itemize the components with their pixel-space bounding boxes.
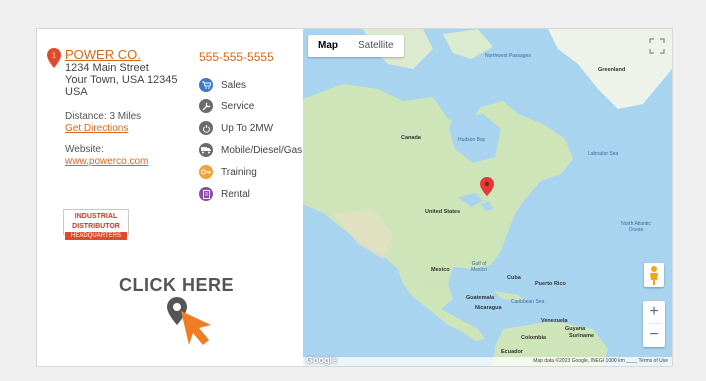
google-logo[interactable]: Google (306, 355, 337, 365)
map-label: Puerto Rico (535, 281, 566, 287)
location-pin-icon: 1 (47, 48, 61, 68)
tab-map[interactable]: Map (308, 35, 348, 57)
map-label: Cuba (507, 275, 521, 281)
dealer-info-panel: 1 POWER CO. 1234 Main Street Your Town, … (37, 29, 303, 366)
google-map[interactable]: Northwest Passages Greenland Canada Huds… (303, 29, 672, 366)
map-label: Guyana (565, 326, 586, 332)
map-label: Nicaragua (475, 305, 502, 311)
dealer-name-link[interactable]: POWER CO. (65, 47, 141, 62)
tab-satellite[interactable]: Satellite (348, 35, 404, 57)
map-label: Ecuador (501, 349, 524, 355)
service-item-training: Training (199, 165, 257, 179)
svg-text:1: 1 (52, 53, 56, 60)
map-label: Greenland (598, 67, 626, 73)
map-label: Colombia (521, 335, 547, 341)
zoom-in-button[interactable]: + (643, 301, 665, 323)
cart-icon (199, 78, 213, 92)
service-item-service: Service (199, 99, 254, 113)
get-directions-link[interactable]: Get Directions (65, 123, 128, 134)
service-label: Sales (221, 79, 247, 91)
power-icon (199, 121, 213, 135)
map-label: United States (425, 209, 461, 215)
map-label: North Atlantic Ocean (621, 221, 651, 233)
service-label: Mobile/Diesel/Gas (221, 144, 303, 156)
street-view-pegman-icon[interactable] (644, 263, 664, 287)
distance-text: Distance: 3 Miles (65, 111, 142, 122)
dealer-address: 1234 Main Street Your Town, USA 12345 US… (65, 62, 178, 98)
service-item-rental: Rental (199, 187, 250, 201)
badge-line: HEADQUARTERS (65, 232, 127, 240)
click-cursor-icon[interactable] (165, 293, 217, 351)
map-label: Mexico (431, 267, 450, 273)
badge-line: DISTRIBUTOR (72, 223, 120, 230)
service-item-power: Up To 2MW (199, 121, 273, 135)
service-label: Up To 2MW (221, 122, 274, 134)
map-type-control: Map Satellite (308, 35, 404, 57)
zoom-control: + − (643, 301, 665, 347)
map-label: Caribbean Sea (511, 299, 545, 305)
key-icon (199, 165, 213, 179)
service-label: Service (221, 100, 255, 112)
truck-icon (199, 143, 213, 157)
map-label: Guatemala (466, 295, 495, 301)
map-attribution[interactable]: Map data ©2023 Google, INEGI 1000 km ___… (303, 357, 672, 366)
fullscreen-icon[interactable] (648, 37, 666, 55)
address-line: 1234 Main Street (65, 62, 149, 74)
map-label: Gulf of Mexico (471, 261, 487, 273)
service-label: Rental (221, 188, 250, 200)
phone-link[interactable]: 555-555-5555 (199, 50, 274, 64)
service-item-mobile: Mobile/Diesel/Gas (199, 143, 302, 157)
website-label: Website: (65, 144, 104, 155)
map-label: Suriname (569, 333, 595, 339)
map-label: Northwest Passages (485, 53, 531, 59)
address-line: USA (65, 86, 88, 98)
map-label: Venezuela (541, 318, 568, 324)
badge-line: INDUSTRIAL (74, 213, 118, 220)
map-label: Canada (401, 135, 421, 141)
wrench-icon (199, 99, 213, 113)
service-item-sales: Sales (199, 78, 246, 92)
website-link[interactable]: www.powerco.com (65, 156, 148, 167)
industrial-distributor-badge: INDUSTRIAL DISTRIBUTOR HEADQUARTERS (63, 209, 129, 240)
map-canvas (303, 29, 672, 366)
zoom-out-button[interactable]: − (643, 324, 665, 346)
map-label: Labrador Sea (588, 151, 619, 157)
address-line: Your Town, USA 12345 (65, 74, 178, 86)
map-label: Hudson Bay (458, 137, 486, 143)
document-icon (199, 187, 213, 201)
service-label: Training (221, 166, 257, 178)
dealer-locator-card: 1 POWER CO. 1234 Main Street Your Town, … (36, 28, 673, 367)
